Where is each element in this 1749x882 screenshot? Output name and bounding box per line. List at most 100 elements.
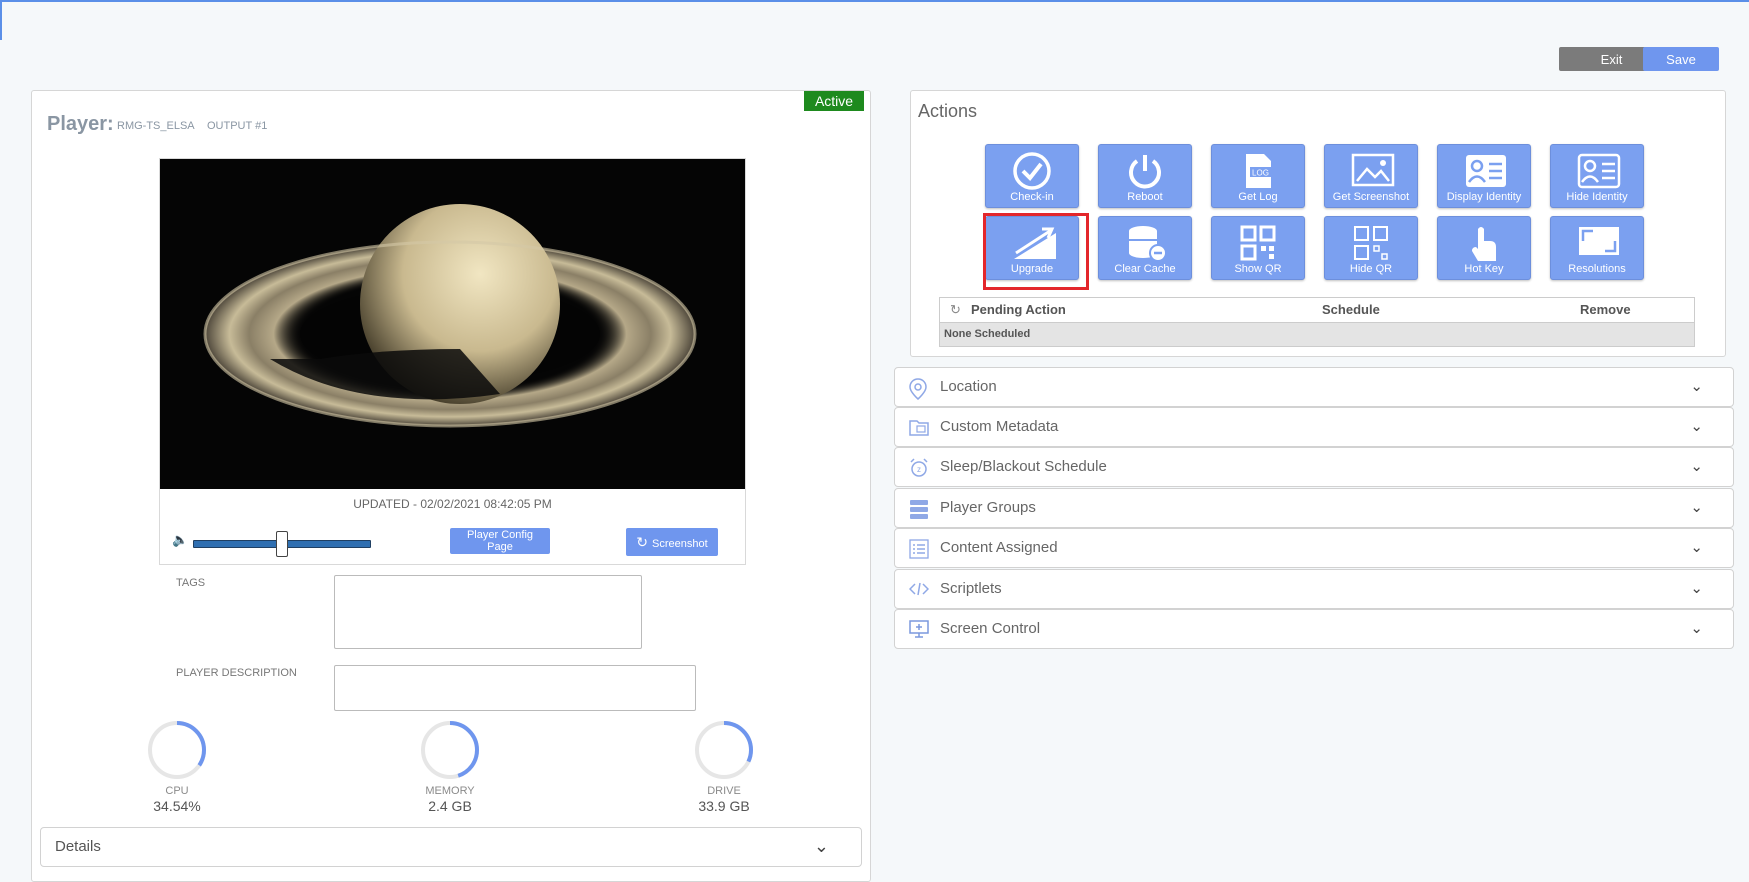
section-sleep-schedule[interactable]: z Sleep/Blackout Schedule ⌄ — [894, 447, 1734, 487]
resolutions-label: Resolutions — [1568, 263, 1626, 275]
player-panel: Active Player: RMG-TS_ELSA OUTPUT #1 UPD… — [31, 90, 871, 882]
player-config-button[interactable]: Player Config Page — [450, 528, 550, 554]
clear-cache-button[interactable]: Clear Cache — [1098, 216, 1192, 280]
reboot-button[interactable]: Reboot — [1098, 144, 1192, 208]
screenshot-button[interactable]: ↻ Screenshot — [626, 528, 718, 556]
player-output: OUTPUT #1 — [207, 120, 268, 132]
memory-ring — [421, 721, 479, 779]
database-minus-icon — [1129, 226, 1167, 262]
tags-input[interactable] — [334, 575, 642, 649]
show-qr-button[interactable]: Show QR — [1211, 216, 1305, 280]
chevron-down-icon: ⌄ — [813, 836, 829, 856]
qr-code-outline-icon — [1354, 226, 1388, 260]
schedule-header: Schedule — [1322, 302, 1380, 317]
chevron-down-icon: ⌄ — [1690, 620, 1703, 637]
player-screenshot — [160, 159, 745, 489]
section-content-assigned[interactable]: Content Assigned ⌄ — [894, 528, 1734, 568]
section-content-assigned-label: Content Assigned — [940, 539, 1058, 556]
drive-gauge: DRIVE 33.9 GB — [679, 719, 769, 814]
chevron-down-icon: ⌄ — [1690, 458, 1703, 475]
folder-image-icon — [909, 420, 929, 436]
player-title: Player: — [47, 113, 114, 135]
description-label: PLAYER DESCRIPTION — [176, 667, 297, 679]
top-accent-line — [0, 0, 1749, 2]
svg-text:z: z — [917, 465, 921, 474]
memory-value: 2.4 GB — [428, 798, 472, 814]
svg-text:LOG: LOG — [1252, 169, 1269, 178]
section-location[interactable]: Location ⌄ — [894, 367, 1734, 407]
refresh-icon[interactable]: ↻ — [950, 302, 961, 318]
resolutions-button[interactable]: Resolutions — [1550, 216, 1644, 280]
log-file-icon: LOG — [1246, 154, 1271, 188]
screenshot-frame: UPDATED - 02/02/2021 08:42:05 PM 🔈 Playe… — [159, 158, 746, 565]
empty-row-text: None Scheduled — [944, 328, 1031, 340]
section-custom-metadata[interactable]: Custom Metadata ⌄ — [894, 407, 1734, 447]
cpu-value: 34.54% — [153, 798, 201, 814]
chevron-down-icon: ⌄ — [1690, 499, 1703, 516]
drive-ring — [695, 721, 753, 779]
refresh-icon: ↻ — [636, 533, 649, 550]
power-icon — [1129, 155, 1161, 189]
image-icon — [1351, 153, 1395, 187]
save-button[interactable]: Save — [1643, 47, 1719, 71]
reboot-label: Reboot — [1127, 191, 1163, 203]
id-card-outline-icon — [1577, 153, 1621, 189]
section-player-groups-label: Player Groups — [940, 499, 1036, 516]
section-sleep-schedule-label: Sleep/Blackout Schedule — [940, 458, 1107, 475]
pending-actions-table: ↻ Pending Action Schedule Remove None Sc… — [939, 297, 1695, 347]
clear-cache-label: Clear Cache — [1114, 263, 1176, 275]
get-log-button[interactable]: LOG Get Log — [1211, 144, 1305, 208]
checkin-button[interactable]: Check-in — [985, 144, 1079, 208]
left-accent-line — [0, 0, 2, 40]
actions-panel: Actions Check-in Reboot LOG Get Log Get … — [910, 90, 1726, 357]
server-stack-icon — [910, 500, 928, 519]
hide-qr-button[interactable]: Hide QR — [1324, 216, 1418, 280]
hot-key-button[interactable]: Hot Key — [1437, 216, 1531, 280]
upgrade-highlight — [983, 213, 1089, 290]
qr-code-icon — [1240, 225, 1276, 261]
section-custom-metadata-label: Custom Metadata — [940, 418, 1059, 435]
screenshot-button-label: Screenshot — [652, 537, 708, 550]
show-qr-label: Show QR — [1234, 263, 1282, 275]
cpu-label: CPU — [165, 785, 189, 797]
details-accordion[interactable]: Details ⌄ — [40, 827, 862, 867]
get-log-label: Get Log — [1238, 191, 1278, 203]
checkin-label: Check-in — [1010, 191, 1054, 203]
actions-title: Actions — [918, 101, 978, 121]
map-pin-icon — [909, 378, 927, 400]
description-input[interactable] — [334, 665, 696, 711]
display-identity-button[interactable]: Display Identity — [1437, 144, 1531, 208]
pending-table-header: ↻ Pending Action Schedule Remove — [940, 298, 1694, 323]
resize-icon — [1579, 227, 1619, 255]
updated-timestamp: UPDATED - 02/02/2021 08:42:05 PM — [353, 497, 552, 511]
get-screenshot-button[interactable]: Get Screenshot — [1324, 144, 1418, 208]
section-screen-control-label: Screen Control — [940, 620, 1041, 637]
chevron-down-icon: ⌄ — [1690, 418, 1703, 435]
drive-label: DRIVE — [707, 785, 741, 797]
hide-qr-label: Hide QR — [1349, 263, 1393, 275]
table-row: None Scheduled — [940, 323, 1694, 346]
status-badge: Active — [804, 91, 864, 111]
alarm-clock-icon: z — [910, 458, 928, 477]
chevron-down-icon: ⌄ — [1690, 539, 1703, 556]
section-scriptlets-label: Scriptlets — [940, 580, 1002, 597]
memory-label: MEMORY — [425, 785, 475, 797]
chevron-down-icon: ⌄ — [1690, 378, 1703, 395]
cpu-gauge: CPU 34.54% — [132, 719, 222, 814]
section-player-groups[interactable]: Player Groups ⌄ — [894, 488, 1734, 528]
section-screen-control[interactable]: Screen Control ⌄ — [894, 609, 1734, 649]
display-identity-label: Display Identity — [1446, 191, 1522, 203]
volume-slider-thumb[interactable] — [276, 531, 288, 557]
cpu-ring — [148, 721, 206, 779]
volume-icon[interactable]: 🔈 — [172, 532, 188, 548]
hide-identity-button[interactable]: Hide Identity — [1550, 144, 1644, 208]
code-icon — [909, 582, 929, 596]
hot-key-label: Hot Key — [1464, 263, 1504, 275]
pointer-hand-icon — [1472, 227, 1496, 261]
drive-value: 33.9 GB — [698, 798, 750, 814]
memory-gauge: MEMORY 2.4 GB — [405, 719, 495, 814]
list-icon — [909, 539, 929, 559]
section-scriptlets[interactable]: Scriptlets ⌄ — [894, 569, 1734, 609]
details-label: Details — [55, 838, 101, 855]
monitor-icon — [909, 620, 929, 638]
